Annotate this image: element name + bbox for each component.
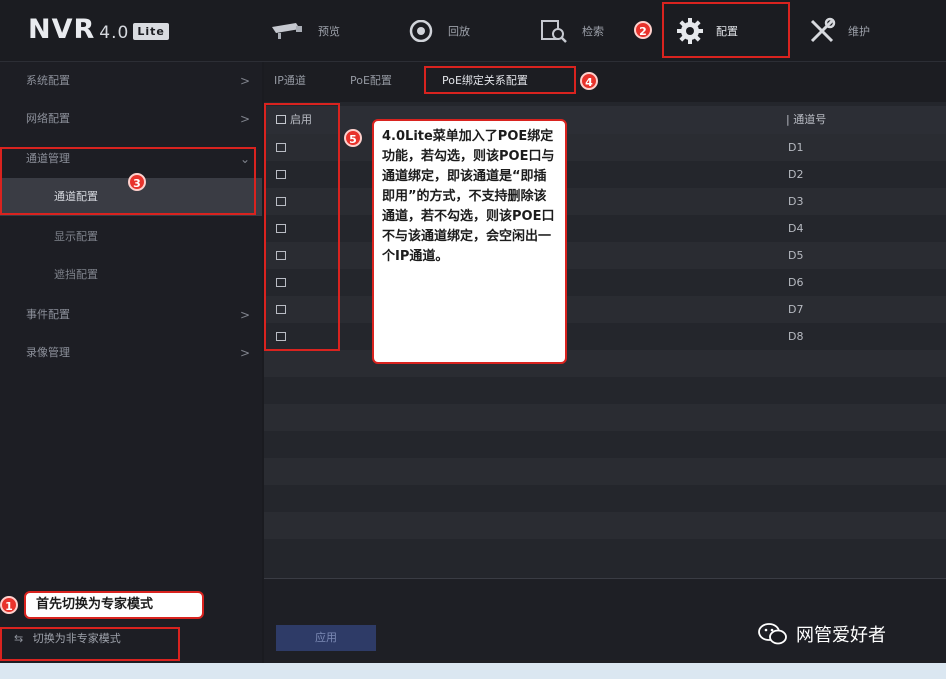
sidebar-item-label: 网络配置	[26, 112, 70, 125]
channel-number: D3	[788, 195, 804, 208]
empty-row	[264, 377, 946, 404]
logo-text: NVR	[28, 14, 96, 45]
nav-search-label: 检索	[582, 25, 604, 38]
table-row: D3	[264, 188, 946, 215]
table-row: D2	[264, 161, 946, 188]
nvr-app-window: NVR 4.0 Lite 预览 回放 检索 配置 维护 系统配置 > 网络配置 …	[0, 0, 946, 663]
wechat-icon	[758, 623, 787, 645]
main-panel: IP通道 PoE配置 PoE绑定关系配置 启用 | 通道号 D1 D2 D3 D…	[264, 62, 946, 663]
table-row: D8	[264, 323, 946, 350]
channel-number: D8	[788, 330, 804, 343]
annotation-box-tab	[424, 66, 576, 94]
channel-number: D5	[788, 249, 804, 262]
empty-row	[264, 404, 946, 431]
empty-row	[264, 512, 946, 539]
channel-number: D6	[788, 276, 804, 289]
tab-poe-config[interactable]: PoE配置	[350, 72, 392, 88]
sidebar-item-recording-management[interactable]: 录像管理 >	[0, 334, 262, 372]
column-header-channel-label: 通道号	[793, 113, 827, 126]
annotation-number: 4	[580, 72, 598, 90]
sidebar-item-network-config[interactable]: 网络配置 >	[0, 100, 262, 138]
channel-number: D2	[788, 168, 804, 181]
annotation-number: 5	[344, 129, 362, 147]
eye-icon	[409, 20, 433, 42]
table-header: 启用 | 通道号	[264, 106, 946, 134]
annotation-callout-expert-mode: 首先切换为专家模式	[24, 591, 204, 619]
sidebar-item-label: 录像管理	[26, 346, 70, 359]
chevron-right-icon: >	[239, 74, 250, 88]
watermark-text: 网管爱好者	[796, 625, 886, 646]
empty-row	[264, 458, 946, 485]
tab-bar: IP通道 PoE配置 PoE绑定关系配置	[264, 62, 946, 102]
sidebar-item-label: 事件配置	[26, 308, 70, 321]
channel-number: D4	[788, 222, 804, 235]
search-icon	[541, 20, 567, 43]
sidebar-item-event-config[interactable]: 事件配置 >	[0, 296, 262, 334]
table-row: D6	[264, 269, 946, 296]
tools-icon	[810, 17, 836, 43]
page-bottom-strip	[0, 663, 946, 679]
watermark: 网管爱好者	[758, 621, 886, 647]
table-row: D4	[264, 215, 946, 242]
annotation-callout-poe-binding: 4.0Lite菜单加入了POE绑定功能，若勾选，则该POE口与通道绑定，即该通道…	[372, 119, 567, 364]
nav-maintenance[interactable]: 维护	[808, 0, 870, 62]
empty-row	[264, 350, 946, 377]
empty-row	[264, 539, 946, 566]
sidebar-item-system-config[interactable]: 系统配置 >	[0, 62, 262, 100]
sidebar-item-label: 显示配置	[54, 230, 98, 243]
chevron-right-icon: >	[239, 112, 250, 126]
annotation-number: 1	[0, 596, 18, 614]
nav-preview-label: 预览	[318, 25, 340, 38]
chevron-right-icon: >	[239, 308, 250, 322]
annotation-number: 2	[634, 21, 652, 39]
table-row: D5	[264, 242, 946, 269]
app-logo: NVR 4.0 Lite	[28, 14, 169, 45]
camera-icon	[272, 23, 302, 39]
channel-number: D7	[788, 303, 804, 316]
top-bar: NVR 4.0 Lite 预览 回放 检索 配置 维护	[0, 0, 946, 62]
annotation-box-checkboxes	[264, 103, 340, 351]
sidebar-item-label: 遮挡配置	[54, 268, 98, 281]
nav-maintenance-label: 维护	[848, 25, 870, 38]
sidebar-item-label: 系统配置	[26, 74, 70, 87]
sidebar-item-mask-config[interactable]: 遮挡配置	[0, 256, 262, 294]
empty-row	[264, 485, 946, 512]
sidebar-item-display-config[interactable]: 显示配置	[0, 218, 262, 256]
tab-ip-channel[interactable]: IP通道	[274, 72, 306, 88]
column-header-channel: | 通道号	[786, 113, 827, 126]
logo-edition: Lite	[133, 23, 169, 40]
nav-playback-label: 回放	[448, 25, 470, 38]
annotation-number: 3	[128, 173, 146, 191]
channel-number: D1	[788, 141, 804, 154]
chevron-right-icon: >	[239, 346, 250, 360]
annotation-box-config	[662, 2, 790, 58]
logo-version: 4.0	[99, 23, 130, 43]
nav-search[interactable]: 检索	[540, 0, 604, 62]
apply-button[interactable]: 应用	[276, 625, 376, 651]
table-row: D1	[264, 134, 946, 161]
annotation-box-expert-mode	[0, 627, 180, 661]
nav-preview[interactable]: 预览	[270, 0, 340, 62]
table-row: D7	[264, 296, 946, 323]
nav-playback[interactable]: 回放	[406, 0, 470, 62]
empty-row	[264, 431, 946, 458]
